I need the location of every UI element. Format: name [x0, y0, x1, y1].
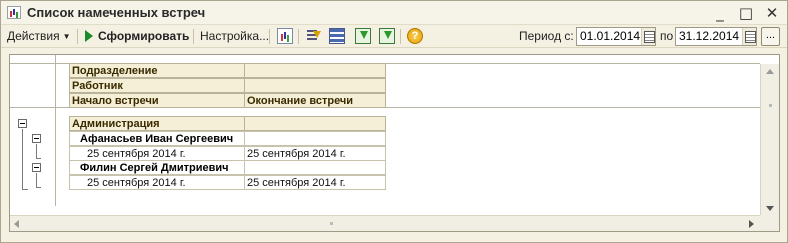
tree-line: [36, 158, 41, 159]
collapse-employee-icon[interactable]: [32, 134, 41, 143]
title-bar: Список намеченных встреч _ □ ✕: [1, 1, 787, 25]
collapse-group-icon[interactable]: [18, 119, 27, 128]
filter-icon[interactable]: [306, 28, 322, 44]
play-icon: [85, 30, 93, 42]
scroll-right-icon[interactable]: [749, 220, 754, 228]
minimize-button[interactable]: _: [711, 4, 729, 22]
period-from-label: Период с:: [519, 29, 574, 43]
header-end: Окончание встречи: [244, 93, 386, 108]
save-variant-icon[interactable]: [355, 28, 371, 44]
employee-name-cell[interactable]: Филин Сергей Дмитриевич: [69, 160, 245, 175]
grid-line: [55, 55, 56, 206]
tree-line: [36, 187, 41, 188]
employee-name-cell[interactable]: Афанасьев Иван Сергеевич: [69, 131, 245, 146]
table-icon[interactable]: [329, 28, 345, 44]
toolbar-divider: [400, 29, 401, 44]
window-title: Список намеченных встреч: [27, 5, 206, 20]
window-controls: _ □ ✕: [711, 4, 781, 22]
tree-line: [22, 129, 23, 189]
report-area[interactable]: Подразделение Работник Начало встречи Ок…: [9, 54, 780, 232]
header-empty-cell: [244, 78, 386, 93]
period-to-label: по: [660, 29, 674, 43]
meeting-end-cell[interactable]: 25 сентября 2014 г.: [244, 146, 386, 161]
settings-button[interactable]: Настройка...: [200, 28, 269, 45]
maximize-button[interactable]: □: [737, 4, 755, 22]
collapse-employee-icon[interactable]: [32, 163, 41, 172]
employee-empty-cell: [244, 131, 386, 146]
toolbar-divider: [193, 29, 194, 44]
header-department: Подразделение: [69, 63, 245, 78]
calendar-from-icon[interactable]: [641, 28, 655, 45]
report-window: Список намеченных встреч _ □ ✕ Действия ▼…: [0, 0, 788, 243]
toolbar-divider: [77, 29, 78, 44]
tree-line: [22, 189, 28, 190]
chevron-down-icon: ▼: [62, 32, 71, 41]
report-icon: [7, 6, 21, 19]
scroll-thumb[interactable]: [769, 104, 772, 107]
meeting-start-cell[interactable]: 25 сентября 2014 г.: [69, 175, 245, 190]
scroll-up-icon[interactable]: [766, 69, 774, 74]
scroll-left-icon[interactable]: [14, 220, 19, 228]
scroll-thumb[interactable]: [330, 222, 333, 225]
employee-empty-cell: [244, 160, 386, 175]
toolbar-divider: [298, 29, 299, 44]
tree-line: [36, 173, 37, 187]
toolbar-divider: [269, 29, 270, 44]
actions-label: Действия: [7, 29, 60, 43]
horizontal-scrollbar[interactable]: [10, 215, 760, 231]
tree-line: [36, 144, 37, 158]
vertical-scrollbar[interactable]: [760, 64, 779, 215]
close-button[interactable]: ✕: [763, 4, 781, 22]
header-employee: Работник: [69, 78, 245, 93]
department-cell[interactable]: Администрация: [69, 116, 245, 131]
generate-button[interactable]: Сформировать: [98, 28, 189, 45]
meeting-end-cell[interactable]: 25 сентября 2014 г.: [244, 175, 386, 190]
load-variant-icon[interactable]: [379, 28, 395, 44]
scroll-corner: [760, 215, 779, 231]
header-empty-cell: [244, 63, 386, 78]
actions-menu[interactable]: Действия ▼: [7, 28, 71, 45]
chart-report-icon[interactable]: [277, 28, 293, 44]
department-empty-cell: [244, 116, 386, 131]
scroll-down-icon[interactable]: [766, 206, 774, 211]
header-start: Начало встречи: [69, 93, 245, 108]
calendar-to-icon[interactable]: [742, 28, 756, 45]
help-icon[interactable]: ?: [407, 28, 423, 44]
meeting-start-cell[interactable]: 25 сентября 2014 г.: [69, 146, 245, 161]
period-select-button[interactable]: ...: [761, 27, 780, 46]
